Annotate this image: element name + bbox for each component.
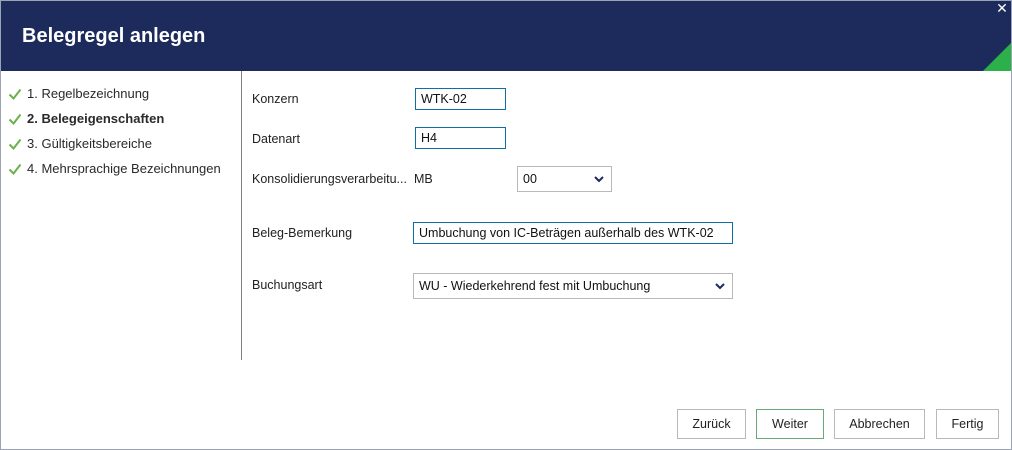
resize-corner-accent [983,43,1011,71]
konzern-label: Konzern [252,92,299,106]
checkmark-icon [8,163,22,175]
step-mehrsprachige-bezeichnungen[interactable]: 4. Mehrsprachige Bezeichnungen [8,156,221,181]
finish-button[interactable]: Fertig [936,409,999,439]
step-label: 1. Regelbezeichnung [27,86,150,101]
dialog: Belegregel anlegen ✕ 1. Regelbezeichnung… [0,0,1012,450]
back-button[interactable]: Zurück [677,409,746,439]
step-label: 2. Belegeigenschaften [27,111,165,126]
konsolidierung-value: 00 [523,172,537,186]
steps-divider [241,71,242,360]
dialog-title: Belegregel anlegen [22,25,206,47]
step-label: 4. Mehrsprachige Bezeichnungen [27,161,221,176]
buchungsart-value: WU - Wiederkehrend fest mit Umbuchung [419,279,651,293]
bemerkung-label: Beleg-Bemerkung [252,226,353,240]
step-belegeigenschaften[interactable]: 2. Belegeigenschaften [8,106,221,131]
buchungsart-select[interactable]: WU - Wiederkehrend fest mit Umbuchung [413,273,733,299]
wizard-steps: 1. Regelbezeichnung 2. Belegeigenschafte… [8,81,221,181]
checkmark-icon [8,138,22,150]
konsolidierung-label: Konsolidierungsverarbeitu... [252,172,407,186]
close-icon[interactable]: ✕ [995,1,1009,15]
chevron-down-icon [594,176,604,183]
step-gueltigkeitsbereiche[interactable]: 3. Gültigkeitsbereiche [8,131,221,156]
dialog-header: Belegregel anlegen ✕ [1,1,1011,71]
step-label: 3. Gültigkeitsbereiche [27,136,153,151]
next-button[interactable]: Weiter [756,409,824,439]
chevron-down-icon [715,283,725,290]
checkmark-icon [8,113,22,125]
datenart-label: Datenart [252,132,300,146]
cancel-button[interactable]: Abbrechen [834,409,925,439]
datenart-input[interactable] [415,127,506,149]
step-regelbezeichnung[interactable]: 1. Regelbezeichnung [8,81,221,106]
konsolidierung-prefix: MB [414,172,433,186]
buchungsart-label: Buchungsart [252,278,323,292]
konsolidierung-select[interactable]: 00 [517,166,612,192]
checkmark-icon [8,88,22,100]
bemerkung-input[interactable] [413,222,733,244]
konzern-input[interactable] [415,88,506,110]
